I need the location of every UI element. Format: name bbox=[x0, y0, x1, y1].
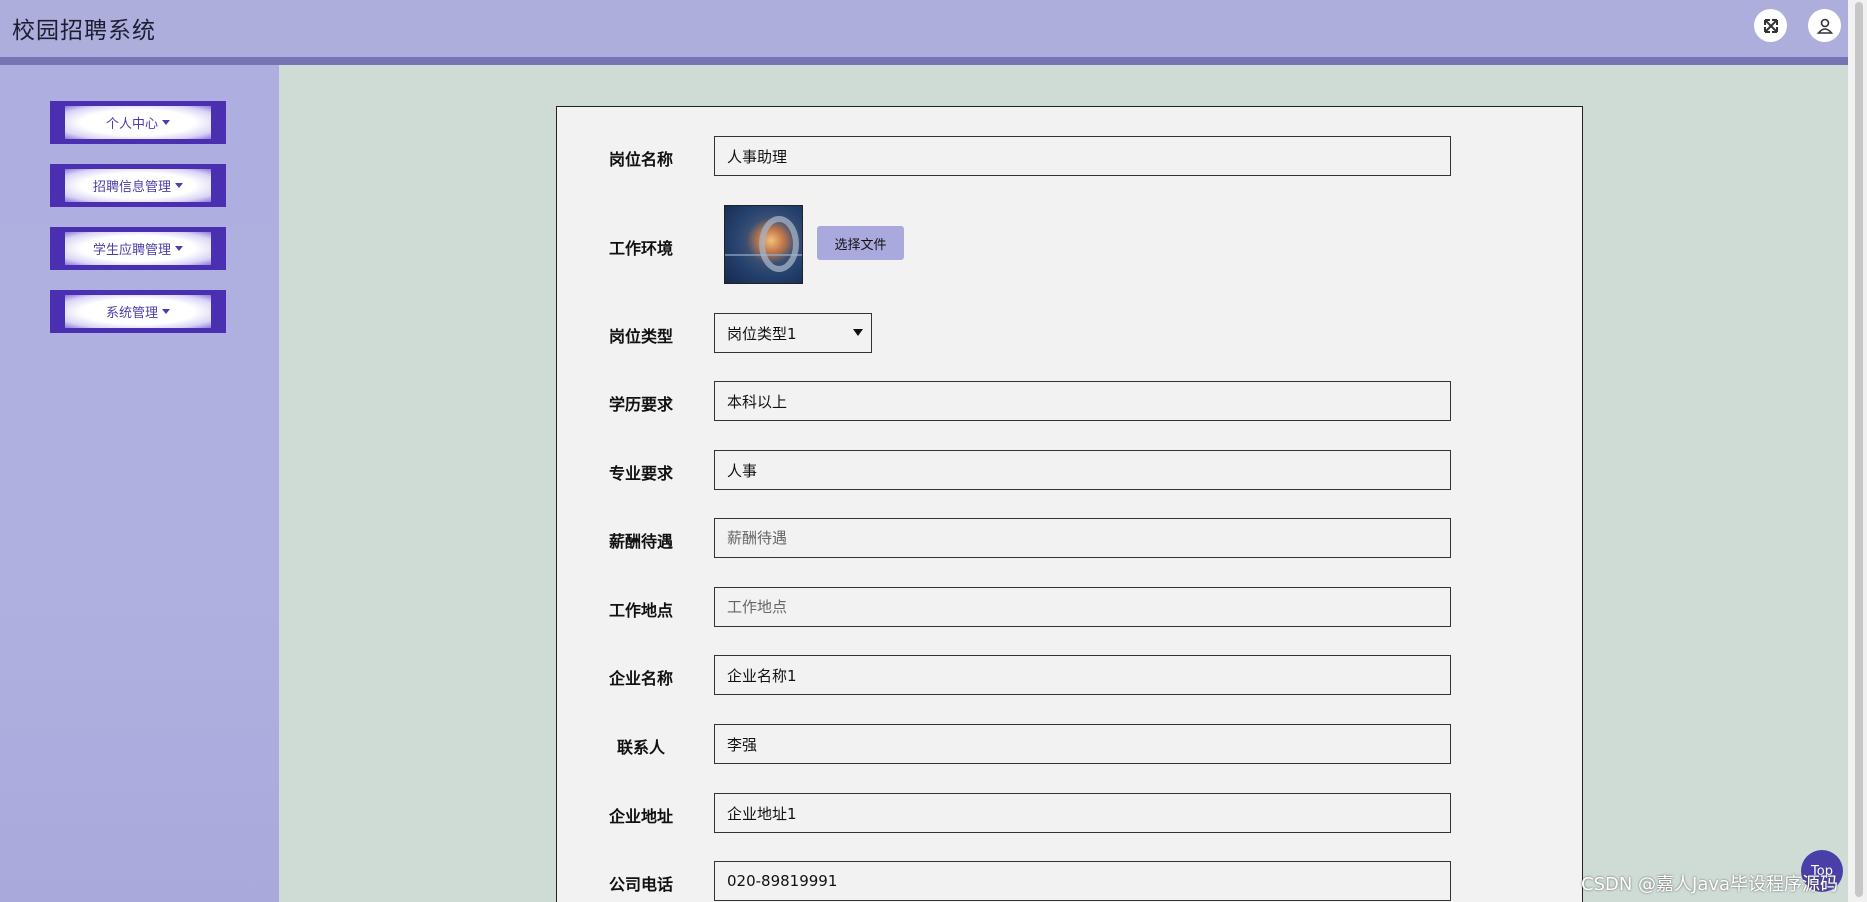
location-input[interactable] bbox=[714, 587, 1451, 627]
page-scrollbar[interactable] bbox=[1848, 0, 1867, 902]
salary-label: 薪酬待遇 bbox=[609, 532, 674, 551]
company-address-input[interactable] bbox=[714, 793, 1451, 833]
header-divider bbox=[0, 57, 1848, 65]
sidebar: 个人中心 招聘信息管理 学生应聘管理 系统管理 bbox=[0, 65, 279, 902]
sidebar-item-label: 招聘信息管理 bbox=[92, 180, 171, 195]
work-env-image bbox=[724, 205, 803, 284]
fullscreen-icon bbox=[1763, 18, 1778, 33]
app-title: 校园招聘系统 bbox=[12, 18, 156, 44]
company-phone-input[interactable] bbox=[714, 861, 1451, 901]
caret-down-icon bbox=[175, 246, 183, 251]
sidebar-item-student-application[interactable]: 学生应聘管理 bbox=[50, 227, 226, 270]
company-phone-label: 公司电话 bbox=[609, 875, 674, 894]
job-name-input[interactable] bbox=[714, 136, 1451, 176]
sidebar-item-label: 个人中心 bbox=[105, 117, 158, 132]
caret-down-icon bbox=[175, 183, 183, 188]
contact-input[interactable] bbox=[714, 724, 1451, 764]
job-name-label: 岗位名称 bbox=[609, 150, 674, 169]
top-header: 校园招聘系统 bbox=[0, 0, 1848, 57]
major-input[interactable] bbox=[714, 450, 1451, 490]
major-label: 专业要求 bbox=[609, 464, 674, 483]
user-button[interactable] bbox=[1808, 9, 1841, 42]
scrollbar-thumb[interactable] bbox=[1855, 2, 1863, 897]
choose-file-button[interactable]: 选择文件 bbox=[817, 226, 904, 260]
company-address-label: 企业地址 bbox=[609, 807, 674, 826]
education-label: 学历要求 bbox=[609, 395, 674, 414]
fullscreen-button[interactable] bbox=[1754, 9, 1787, 42]
job-type-selected: 岗位类型1 bbox=[727, 324, 797, 343]
location-label: 工作地点 bbox=[609, 601, 674, 620]
company-name-input[interactable] bbox=[714, 655, 1451, 695]
caret-down-icon bbox=[162, 120, 170, 125]
sidebar-item-system-management[interactable]: 系统管理 bbox=[50, 290, 226, 333]
sidebar-item-label: 系统管理 bbox=[105, 306, 158, 321]
sidebar-item-personal-center[interactable]: 个人中心 bbox=[50, 101, 226, 144]
job-type-select[interactable]: 岗位类型1 bbox=[714, 313, 872, 353]
chevron-down-icon bbox=[853, 329, 863, 336]
job-edit-form: 岗位名称 工作环境 选择文件 岗位类型 岗位类型1 学历要求 专业要求 薪酬待遇… bbox=[556, 106, 1583, 902]
caret-down-icon bbox=[162, 309, 170, 314]
company-name-label: 企业名称 bbox=[609, 669, 674, 688]
sidebar-item-label: 学生应聘管理 bbox=[92, 243, 171, 258]
salary-input[interactable] bbox=[714, 518, 1451, 558]
user-icon bbox=[1816, 18, 1833, 34]
sidebar-item-recruitment-info[interactable]: 招聘信息管理 bbox=[50, 164, 226, 207]
work-env-label: 工作环境 bbox=[609, 239, 674, 258]
education-input[interactable] bbox=[714, 381, 1451, 421]
job-type-label: 岗位类型 bbox=[609, 327, 674, 346]
csdn-watermark: CSDN @嘉人Java毕设程序源码 bbox=[1581, 874, 1839, 895]
